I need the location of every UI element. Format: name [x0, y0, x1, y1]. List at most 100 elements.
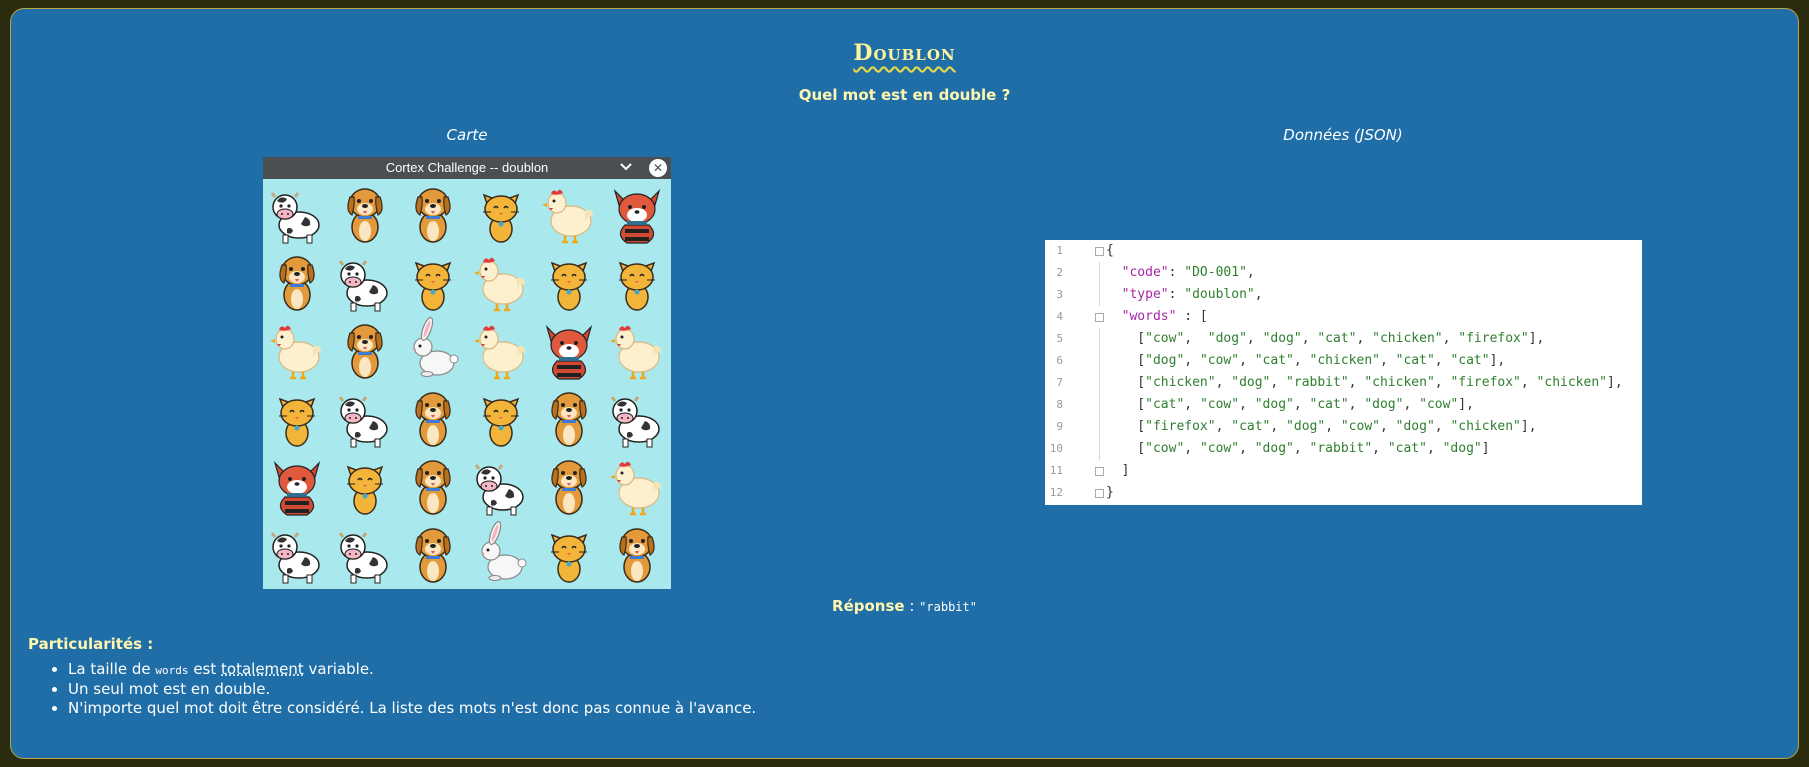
- code-text: ["chicken", "dog", "rabbit", "chicken", …: [1106, 375, 1623, 390]
- dog-icon: [331, 315, 399, 383]
- chicken-icon: [263, 315, 331, 383]
- chicken-icon: [467, 247, 535, 315]
- code-line: 6 ["dog", "cow", "cat", "chicken", "cat"…: [1045, 350, 1642, 372]
- chevron-down-icon[interactable]: [619, 160, 633, 174]
- window-titlebar: Cortex Challenge -- doublon ✕: [263, 157, 671, 179]
- code-text: }: [1106, 485, 1114, 500]
- answer-label: Réponse: [832, 597, 905, 615]
- dog-icon: [331, 179, 399, 247]
- feature-item: Un seul mot est en double.: [68, 680, 756, 699]
- line-number: 12: [1049, 486, 1063, 499]
- dog-icon: [399, 383, 467, 451]
- fold-marker-icon[interactable]: [1095, 460, 1105, 482]
- firefox-icon: [603, 179, 671, 247]
- line-number: 4: [1056, 310, 1063, 323]
- json-column-label: Données (JSON): [1283, 126, 1403, 144]
- fold-marker-icon[interactable]: [1095, 482, 1105, 504]
- line-number: 6: [1056, 354, 1063, 367]
- code-line: 10 ["cow", "cow", "dog", "rabbit", "cat"…: [1045, 438, 1642, 460]
- gutter-rail: [1095, 394, 1105, 416]
- line-number: 5: [1056, 332, 1063, 345]
- close-icon[interactable]: ✕: [649, 159, 667, 177]
- dog-icon: [399, 519, 467, 587]
- feature-item: N'importe quel mot doit être considéré. …: [68, 699, 756, 718]
- gutter-rail: [1095, 328, 1105, 350]
- code-line: 4 "words" : [: [1045, 306, 1642, 328]
- chicken-icon: [603, 451, 671, 519]
- answer-value: "rabbit": [919, 600, 977, 614]
- code-text: "words" : [: [1121, 309, 1208, 324]
- code-text: "code": "DO-001",: [1121, 265, 1255, 280]
- code-text: ["dog", "cow", "cat", "chicken", "cat", …: [1106, 353, 1506, 368]
- line-number: 7: [1056, 376, 1063, 389]
- page-subtitle: Quel mot est en double ?: [798, 86, 1011, 104]
- cat-icon: [535, 247, 603, 315]
- dog-icon: [399, 451, 467, 519]
- abbr-text: totalement: [221, 660, 304, 678]
- dog-icon: [603, 519, 671, 587]
- code-line: 5 ["cow", "dog", "dog", "cat", "chicken"…: [1045, 328, 1642, 350]
- answer-separator: :: [904, 597, 920, 615]
- feature-item: La taille de words est totalement variab…: [68, 660, 756, 680]
- inline-code: words: [155, 664, 189, 677]
- gutter-rail: [1095, 416, 1105, 438]
- cow-icon: [263, 519, 331, 587]
- code-line: 2 "code": "DO-001",: [1045, 262, 1642, 284]
- gutter-rail: [1095, 438, 1105, 460]
- cow-icon: [331, 383, 399, 451]
- code-text: ["cat", "cow", "dog", "cat", "dog", "cow…: [1106, 397, 1474, 412]
- chicken-icon: [467, 315, 535, 383]
- features-title: Particularités :: [28, 635, 154, 653]
- cow-icon: [331, 519, 399, 587]
- cat-icon: [399, 247, 467, 315]
- firefox-icon: [535, 315, 603, 383]
- code-text: ["cow", "cow", "dog", "rabbit", "cat", "…: [1106, 441, 1490, 456]
- dog-icon: [535, 451, 603, 519]
- cat-icon: [535, 519, 603, 587]
- code-line: 12}: [1045, 482, 1642, 504]
- rabbit-icon: [467, 519, 535, 587]
- line-number: 10: [1049, 442, 1063, 455]
- cow-icon: [331, 247, 399, 315]
- fold-marker-icon[interactable]: [1095, 306, 1105, 328]
- json-code-editor[interactable]: 1{2 "code": "DO-001", 3 "type": "doublon"…: [1045, 240, 1642, 505]
- rabbit-icon: [399, 315, 467, 383]
- code-text: ]: [1106, 463, 1130, 478]
- code-text: {: [1106, 243, 1114, 258]
- gutter-rail: [1095, 372, 1105, 394]
- animal-grid: [263, 179, 671, 589]
- chicken-icon: [603, 315, 671, 383]
- answer-line: Réponse : "rabbit": [0, 597, 1809, 615]
- line-number: 3: [1056, 288, 1063, 301]
- fold-marker-icon[interactable]: [1095, 240, 1105, 262]
- dog-icon: [399, 179, 467, 247]
- code-text: ["cow", "dog", "dog", "cat", "chicken", …: [1106, 331, 1545, 346]
- cat-icon: [467, 179, 535, 247]
- gutter-rail: [1095, 350, 1105, 372]
- gutter-rail: [1095, 262, 1105, 284]
- dog-icon: [263, 247, 331, 315]
- cat-icon: [603, 247, 671, 315]
- code-line: 9 ["firefox", "cat", "dog", "cow", "dog"…: [1045, 416, 1642, 438]
- features-list: La taille de words est totalement variab…: [48, 660, 756, 718]
- line-number: 1: [1056, 244, 1063, 257]
- chicken-icon: [535, 179, 603, 247]
- cat-icon: [331, 451, 399, 519]
- game-window: Cortex Challenge -- doublon ✕: [263, 157, 671, 589]
- code-line: 8 ["cat", "cow", "dog", "cat", "dog", "c…: [1045, 394, 1642, 416]
- code-line: 3 "type": "doublon",: [1045, 284, 1642, 306]
- line-number: 9: [1056, 420, 1063, 433]
- code-line: 7 ["chicken", "dog", "rabbit", "chicken"…: [1045, 372, 1642, 394]
- line-number: 2: [1056, 266, 1063, 279]
- cow-icon: [263, 179, 331, 247]
- window-title: Cortex Challenge -- doublon: [385, 160, 549, 175]
- dog-icon: [535, 383, 603, 451]
- code-line: 1{: [1045, 240, 1642, 262]
- cat-icon: [263, 383, 331, 451]
- cow-icon: [467, 451, 535, 519]
- firefox-icon: [263, 451, 331, 519]
- cow-icon: [603, 383, 671, 451]
- code-line: 11 ]: [1045, 460, 1642, 482]
- gutter-rail: [1095, 284, 1105, 306]
- page-title: Doublon: [853, 40, 956, 66]
